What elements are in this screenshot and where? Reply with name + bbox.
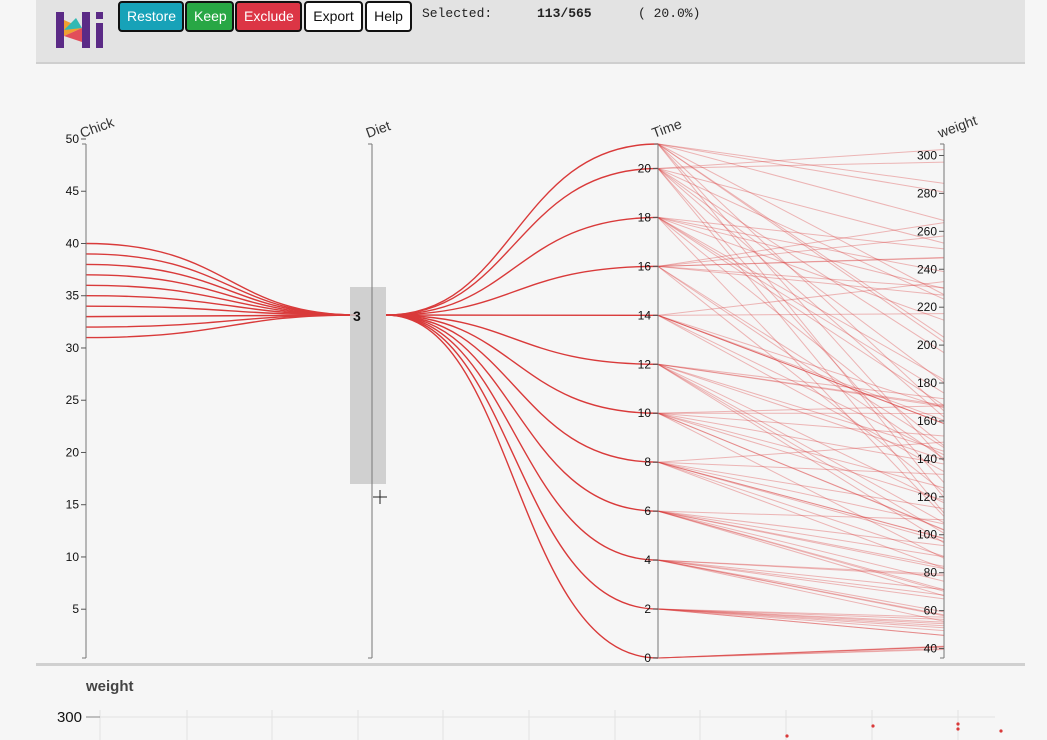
time-weight-line bbox=[657, 461, 945, 540]
time-weight-line bbox=[657, 143, 945, 221]
chick-tick-label: 45 bbox=[66, 184, 80, 198]
weight-tick-label: 140 bbox=[917, 452, 937, 466]
time-axis-title[interactable]: Time bbox=[650, 115, 684, 141]
weight-tick-label: 220 bbox=[917, 300, 937, 314]
weight-tick-label: 40 bbox=[924, 642, 938, 656]
time-tick-label: 8 bbox=[644, 455, 651, 469]
weight-tick-label: 120 bbox=[917, 490, 937, 504]
diet-time-line bbox=[385, 314, 659, 512]
chick-diet-line bbox=[85, 263, 359, 316]
time-weight-line bbox=[657, 265, 945, 459]
scatter-point bbox=[871, 724, 875, 728]
time-weight-line bbox=[657, 143, 945, 498]
time-tick-label: 10 bbox=[638, 406, 652, 420]
time-weight-line bbox=[657, 461, 945, 475]
help-button[interactable]: Help bbox=[365, 1, 412, 32]
chick-tick-label: 5 bbox=[72, 602, 79, 616]
time-weight-line bbox=[657, 168, 945, 300]
scatter-plot[interactable]: 300 bbox=[0, 700, 1047, 740]
time-weight-line bbox=[657, 143, 945, 343]
time-weight-line bbox=[657, 510, 945, 597]
weight-tick-label: 80 bbox=[924, 566, 938, 580]
scatter-title: weight bbox=[86, 678, 134, 695]
chick-tick-label: 20 bbox=[66, 445, 80, 459]
time-weight-line bbox=[657, 143, 945, 184]
restore-button[interactable]: Restore bbox=[118, 1, 184, 32]
chick-tick-label: 35 bbox=[66, 289, 80, 303]
time-tick-label: 2 bbox=[644, 602, 651, 616]
weight-axis-title[interactable]: weight bbox=[935, 112, 980, 141]
time-weight-line bbox=[657, 168, 945, 384]
time-tick-label: 20 bbox=[638, 161, 652, 175]
time-tick-label: 12 bbox=[638, 357, 652, 371]
time-weight-line bbox=[657, 216, 945, 381]
time-tick-label: 16 bbox=[638, 259, 652, 273]
time-weight-line bbox=[657, 168, 945, 514]
chick-tick-label: 40 bbox=[66, 236, 80, 250]
time-weight-line bbox=[657, 461, 945, 569]
time-weight-line bbox=[657, 646, 945, 659]
diet-time-line bbox=[385, 314, 659, 414]
diet-category-label: 3 bbox=[353, 308, 361, 324]
scatter-point bbox=[956, 727, 960, 731]
scatter-y-tick-label: 300 bbox=[57, 709, 82, 726]
time-weight-line bbox=[657, 313, 945, 316]
time-tick-label: 14 bbox=[638, 308, 652, 322]
diet-time-line bbox=[385, 216, 659, 316]
diet-time-line bbox=[385, 314, 659, 463]
weight-tick-label: 100 bbox=[917, 528, 937, 542]
chick-tick-label: 25 bbox=[66, 393, 80, 407]
time-weight-line bbox=[657, 363, 945, 524]
diet-axis-title[interactable]: Diet bbox=[364, 117, 393, 141]
time-weight-line bbox=[657, 559, 945, 575]
time-tick-label: 18 bbox=[638, 210, 652, 224]
weight-tick-label: 260 bbox=[917, 224, 937, 238]
selected-count: 113/565 bbox=[537, 6, 592, 21]
weight-tick-label: 300 bbox=[917, 148, 937, 162]
weight-tick-label: 160 bbox=[917, 414, 937, 428]
scatter-point bbox=[999, 729, 1003, 733]
keep-button[interactable]: Keep bbox=[185, 1, 234, 32]
background-lines bbox=[657, 143, 945, 659]
time-weight-line bbox=[657, 510, 945, 582]
scatter-point bbox=[956, 722, 960, 726]
time-weight-line bbox=[657, 510, 945, 570]
parallel-coordinates-plot[interactable]: 3 Chick Diet Time weight 5 10 15 20 25 30 35 40 45 50 0… bbox=[0, 62, 1047, 662]
chick-axis-title[interactable]: Chick bbox=[78, 113, 117, 140]
diet-time-line bbox=[385, 314, 659, 610]
weight-tick-label: 60 bbox=[924, 604, 938, 618]
selected-percent: ( 20.0%) bbox=[638, 6, 701, 21]
chick-tick-label: 15 bbox=[66, 498, 80, 512]
weight-tick-label: 180 bbox=[917, 376, 937, 390]
toolbar: Restore Keep Exclude Export Help Selecte… bbox=[36, 0, 1025, 64]
time-weight-line bbox=[657, 143, 945, 296]
diet-time-line bbox=[385, 314, 659, 659]
weight-tick-label: 200 bbox=[917, 338, 937, 352]
hiplot-logo bbox=[56, 12, 103, 48]
chick-diet-line bbox=[85, 274, 359, 316]
weight-tick-label: 240 bbox=[917, 262, 937, 276]
weight-tick-label: 280 bbox=[917, 186, 937, 200]
scatter-point bbox=[785, 734, 789, 738]
chick-diet-line bbox=[85, 253, 359, 316]
time-weight-line bbox=[657, 559, 945, 590]
selected-label: Selected: bbox=[422, 6, 493, 21]
diet-time-line bbox=[385, 167, 659, 316]
crosshair-cursor-icon bbox=[373, 490, 387, 504]
time-weight-line bbox=[657, 265, 945, 296]
export-button[interactable]: Export bbox=[304, 1, 363, 32]
panel-divider[interactable] bbox=[36, 663, 1025, 666]
time-tick-label: 4 bbox=[644, 553, 651, 567]
chick-tick-label: 30 bbox=[66, 341, 80, 355]
exclude-button[interactable]: Exclude bbox=[235, 1, 302, 32]
chick-tick-label: 50 bbox=[66, 132, 80, 146]
time-tick-label: 6 bbox=[644, 504, 651, 518]
diet-time-line bbox=[385, 314, 659, 561]
time-tick-label: 0 bbox=[644, 651, 651, 662]
chick-tick-label: 10 bbox=[66, 550, 80, 564]
